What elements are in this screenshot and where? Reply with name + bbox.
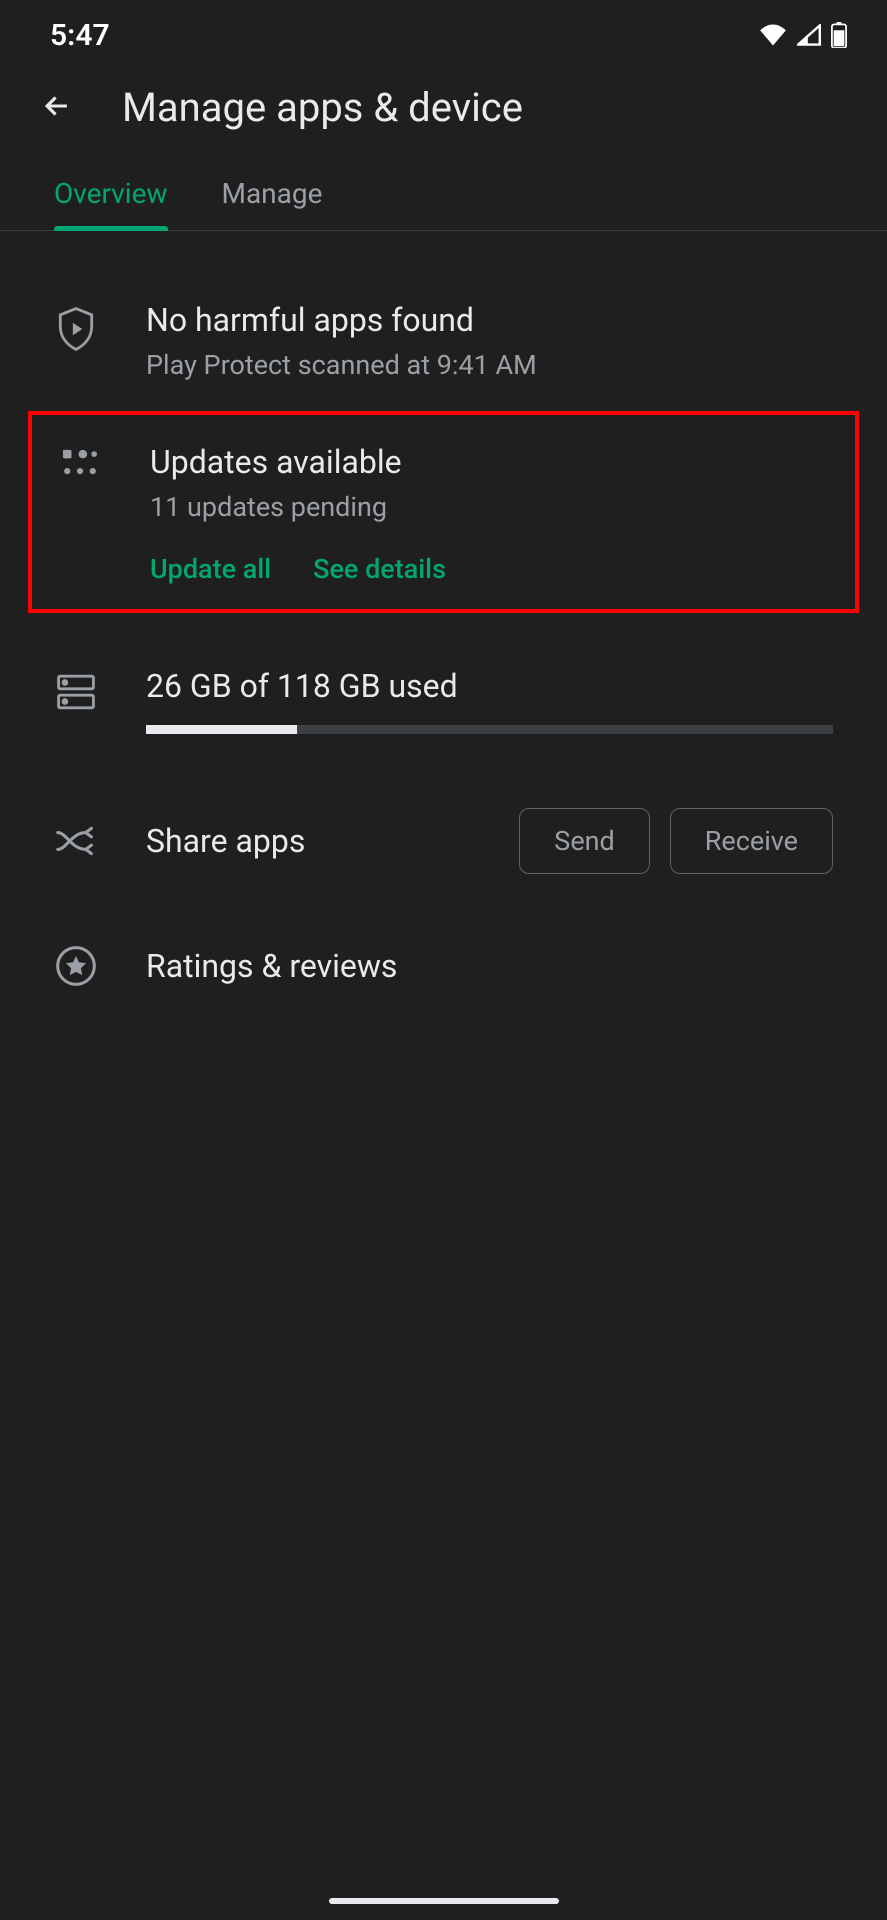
battery-icon [831, 22, 847, 48]
storage-icon [54, 673, 98, 711]
status-bar: 5:47 [0, 0, 887, 70]
cell-signal-icon [797, 24, 821, 46]
back-button[interactable] [40, 89, 74, 127]
see-details-button[interactable]: See details [313, 553, 446, 585]
apps-grid-icon [58, 449, 102, 479]
storage-label: 26 GB of 118 GB used [146, 667, 833, 705]
update-all-button[interactable]: Update all [150, 553, 271, 585]
page-title: Manage apps & device [122, 84, 523, 131]
play-protect-row[interactable]: No harmful apps found Play Protect scann… [54, 279, 833, 403]
play-protect-title: No harmful apps found [146, 301, 833, 339]
storage-fill [146, 725, 297, 734]
status-time: 5:47 [50, 18, 110, 53]
updates-row[interactable]: Updates available 11 updates pending Upd… [32, 433, 855, 591]
share-apps-label: Share apps [146, 822, 471, 860]
title-bar: Manage apps & device [0, 70, 887, 161]
play-protect-subtitle: Play Protect scanned at 9:41 AM [146, 349, 833, 381]
tab-bar: Overview Manage [0, 161, 887, 231]
tab-overview[interactable]: Overview [54, 161, 168, 230]
updates-highlight: Updates available 11 updates pending Upd… [28, 411, 859, 613]
storage-bar [146, 725, 833, 734]
receive-button[interactable]: Receive [670, 808, 833, 874]
storage-row[interactable]: 26 GB of 118 GB used [54, 633, 833, 756]
tab-manage[interactable]: Manage [222, 161, 323, 230]
updates-subtitle: 11 updates pending [150, 491, 829, 523]
updates-title: Updates available [150, 443, 829, 481]
wifi-icon [759, 24, 787, 46]
content: No harmful apps found Play Protect scann… [0, 231, 887, 1022]
ratings-label: Ratings & reviews [146, 947, 397, 985]
status-icons [759, 22, 847, 48]
share-shuffle-icon [54, 826, 98, 856]
ratings-row[interactable]: Ratings & reviews [54, 910, 833, 1022]
share-apps-row: Share apps Send Receive [54, 756, 833, 910]
navigation-pill[interactable] [329, 1898, 559, 1904]
shield-play-icon [54, 307, 98, 351]
send-button[interactable]: Send [519, 808, 650, 874]
star-circle-icon [54, 946, 98, 986]
